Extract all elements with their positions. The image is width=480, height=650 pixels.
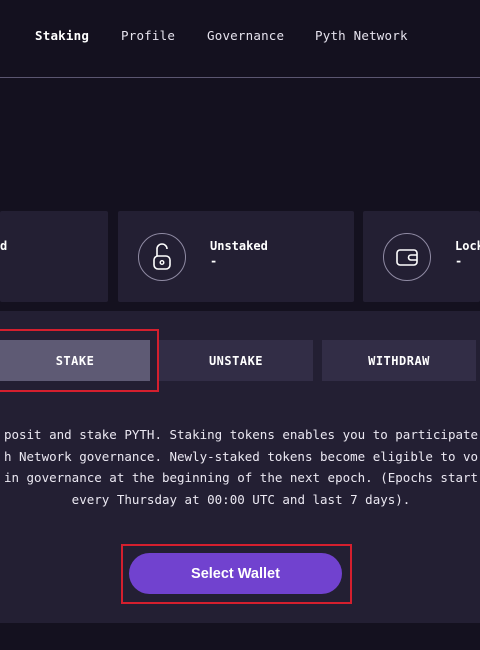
nav-item-profile[interactable]: Profile: [121, 28, 175, 43]
card-unstaked: Unstaked -: [118, 211, 354, 302]
nav-item-staking[interactable]: Staking: [35, 28, 89, 43]
card-locked-label: Lock: [455, 239, 480, 253]
tab-stake[interactable]: STAKE: [0, 340, 150, 381]
tab-withdraw[interactable]: WITHDRAW: [322, 340, 476, 381]
card-staked-label: d: [0, 239, 8, 253]
staking-description: posit and stake PYTH. Staking tokens ena…: [3, 427, 479, 507]
card-staked: d: [0, 211, 108, 302]
card-unstaked-label: Unstaked: [210, 239, 268, 253]
nav-divider: [0, 77, 480, 78]
unlocked-padlock-icon: [138, 233, 186, 281]
card-locked-value: -: [455, 254, 463, 268]
select-wallet-button[interactable]: Select Wallet: [129, 553, 342, 594]
top-nav: Staking Profile Governance Pyth Network: [0, 0, 480, 78]
card-locked: Lock -: [363, 211, 480, 302]
nav-item-pyth-network[interactable]: Pyth Network: [315, 28, 408, 43]
tab-unstake[interactable]: UNSTAKE: [159, 340, 313, 381]
nav-item-governance[interactable]: Governance: [207, 28, 284, 43]
card-unstaked-value: -: [210, 254, 218, 268]
wallet-icon: [383, 233, 431, 281]
